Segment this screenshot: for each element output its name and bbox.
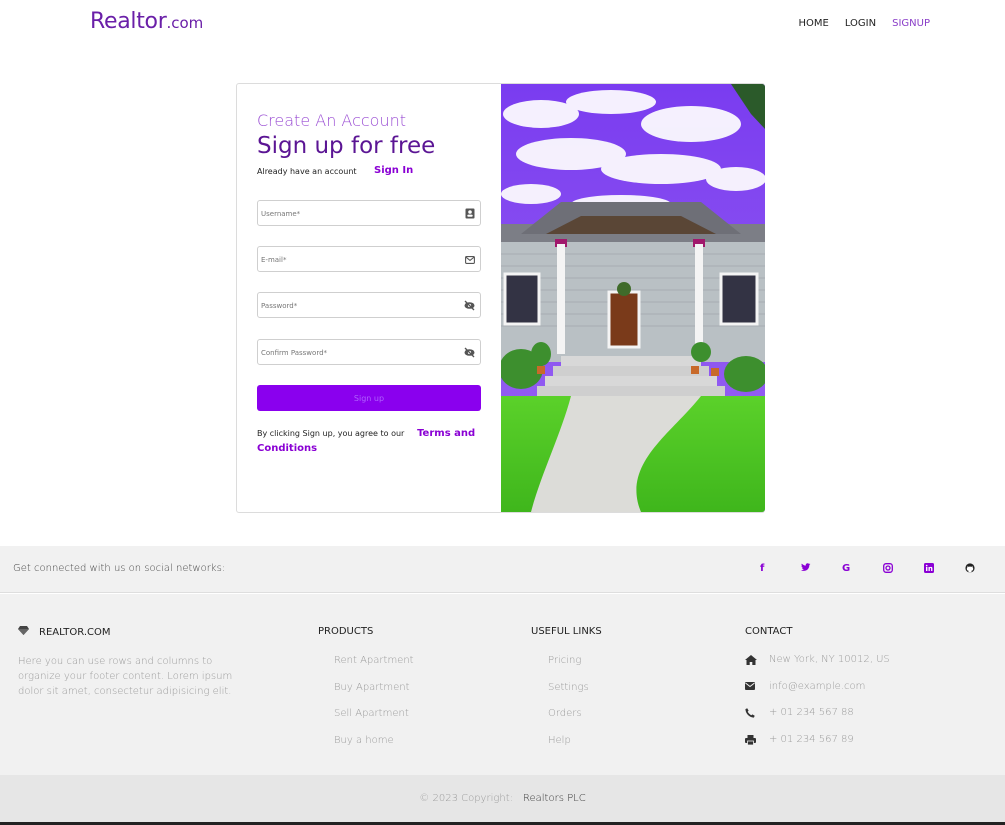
phone-icon bbox=[745, 707, 769, 718]
terms-prefix: By clicking Sign up, you agree to our bbox=[257, 429, 405, 438]
footer-contact-heading: CONTACT bbox=[745, 626, 793, 637]
eye-slash-icon[interactable] bbox=[464, 347, 475, 358]
signup-form: Create An Account Sign up for free Alrea… bbox=[237, 84, 501, 512]
contact-item: + 01 234 567 89 bbox=[745, 734, 890, 761]
confirm-password-input[interactable] bbox=[258, 341, 448, 365]
copyright-text: © 2023 Copyright: bbox=[419, 793, 513, 804]
nav-home-link[interactable]: HOME bbox=[799, 18, 829, 29]
nav-login-link[interactable]: LOGIN bbox=[845, 18, 876, 29]
contact-card-icon bbox=[464, 208, 475, 219]
navbar: Realtor.com HOME LOGIN SIGNUP bbox=[0, 0, 1005, 50]
contact-item: info@example.com bbox=[745, 681, 890, 708]
about-heading-text: REALTOR.COM bbox=[39, 626, 111, 638]
github-icon[interactable] bbox=[965, 563, 1005, 576]
instagram-icon[interactable] bbox=[883, 563, 924, 576]
footer-products-heading: PRODUCTS bbox=[318, 626, 374, 637]
contact-item: New York, NY 10012, US bbox=[745, 654, 890, 681]
signin-link[interactable]: Sign In bbox=[374, 165, 413, 176]
copyright-bar: © 2023 Copyright: Realtors PLC bbox=[0, 775, 1005, 823]
contact-phone: + 01 234 567 88 bbox=[769, 707, 854, 718]
copyright-owner-link[interactable]: Realtors PLC bbox=[523, 793, 586, 804]
email-input[interactable] bbox=[258, 248, 448, 272]
linkedin-icon[interactable] bbox=[924, 563, 965, 576]
footer-link[interactable]: Rent Apartment bbox=[334, 655, 414, 682]
contact-list: New York, NY 10012, US info@example.com … bbox=[745, 654, 890, 760]
nav-signup-link[interactable]: SIGNUP bbox=[892, 18, 930, 29]
create-account-title: Create An Account bbox=[257, 111, 407, 130]
footer-link[interactable]: Sell Apartment bbox=[334, 708, 414, 735]
signup-title: Sign up for free bbox=[257, 133, 436, 159]
social-icons: f G bbox=[760, 563, 1005, 576]
footer-link[interactable]: Pricing bbox=[548, 655, 589, 682]
contact-address: New York, NY 10012, US bbox=[769, 654, 890, 665]
confirm-password-field[interactable] bbox=[257, 339, 481, 365]
footer-link[interactable]: Help bbox=[548, 735, 589, 762]
home-icon bbox=[745, 654, 769, 665]
password-input[interactable] bbox=[258, 294, 448, 318]
footer-about-heading: REALTOR.COM bbox=[18, 626, 111, 638]
brand-sub-text: .com bbox=[166, 14, 204, 32]
username-field[interactable] bbox=[257, 200, 481, 226]
products-list: Rent Apartment Buy Apartment Sell Apartm… bbox=[334, 655, 414, 761]
brand-logo[interactable]: Realtor.com bbox=[90, 9, 203, 34]
username-input[interactable] bbox=[258, 202, 448, 226]
footer-link[interactable]: Orders bbox=[548, 708, 589, 735]
already-account-text: Already have an account bbox=[257, 167, 357, 176]
contact-fax: + 01 234 567 89 bbox=[769, 733, 854, 745]
nav-links: HOME LOGIN SIGNUP bbox=[799, 18, 931, 29]
gem-icon bbox=[18, 626, 29, 638]
envelope-icon bbox=[745, 681, 769, 690]
useful-links-list: Pricing Settings Orders Help bbox=[548, 655, 589, 761]
brand-main-text: Realtor bbox=[90, 9, 167, 34]
terms-text: By clicking Sign up, you agree to our Te… bbox=[257, 426, 487, 456]
footer-about-text: Here you can use rows and columns to org… bbox=[18, 656, 233, 697]
footer-link[interactable]: Buy Apartment bbox=[334, 682, 414, 709]
facebook-icon[interactable]: f bbox=[760, 563, 801, 576]
password-field[interactable] bbox=[257, 292, 481, 318]
email-field[interactable] bbox=[257, 246, 481, 272]
footer-link[interactable]: Buy a home bbox=[334, 735, 414, 762]
eye-slash-icon[interactable] bbox=[464, 300, 475, 311]
footer-main: REALTOR.COM Here you can use rows and co… bbox=[0, 594, 1005, 775]
contact-email: info@example.com bbox=[769, 680, 866, 692]
footer-useful-links-heading: USEFUL LINKS bbox=[531, 626, 602, 637]
social-bar: Get connected with us on social networks… bbox=[0, 546, 1005, 593]
google-icon[interactable]: G bbox=[842, 563, 883, 576]
envelope-icon bbox=[464, 254, 475, 265]
printer-icon bbox=[745, 734, 769, 745]
twitter-icon[interactable] bbox=[801, 563, 842, 576]
house-photo bbox=[501, 84, 765, 512]
signup-button[interactable]: Sign up bbox=[257, 385, 481, 411]
footer-link[interactable]: Settings bbox=[548, 682, 589, 709]
social-text: Get connected with us on social networks… bbox=[13, 563, 226, 574]
signup-card: Create An Account Sign up for free Alrea… bbox=[236, 83, 765, 513]
contact-item: + 01 234 567 88 bbox=[745, 707, 890, 734]
